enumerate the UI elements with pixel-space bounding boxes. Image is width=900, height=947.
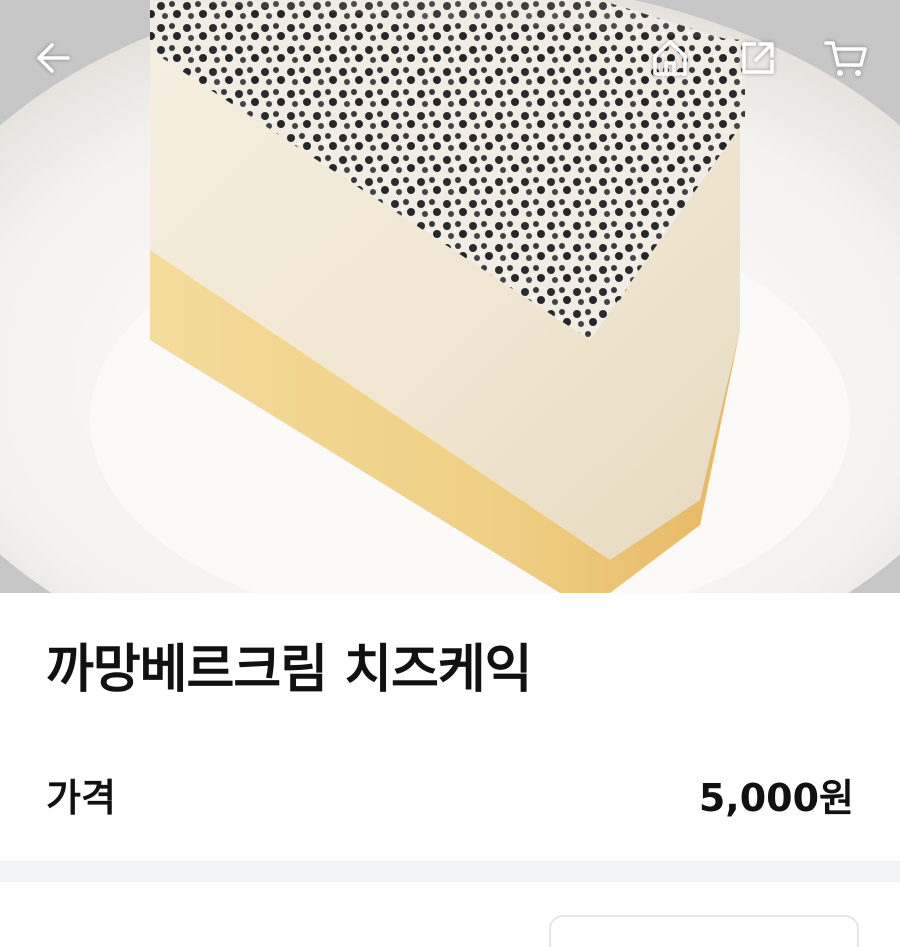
price-value: 5,000원 [698,775,854,820]
price-row: 가격 5,000원 [46,766,854,822]
share-icon [742,42,774,74]
price-label: 가격 [46,775,116,820]
home-button[interactable] [642,30,698,86]
home-icon [653,40,687,76]
product-title: 까망베르크림 치즈케익 [46,640,533,700]
product-image [0,0,900,593]
option-select-box[interactable] [549,915,859,947]
back-button[interactable] [26,30,82,86]
share-button[interactable] [730,30,786,86]
section-divider [0,861,900,882]
cart-button[interactable] [818,30,874,86]
back-arrow-icon [37,43,70,73]
cart-icon [824,41,867,76]
cheesecake-illustration [0,0,900,593]
